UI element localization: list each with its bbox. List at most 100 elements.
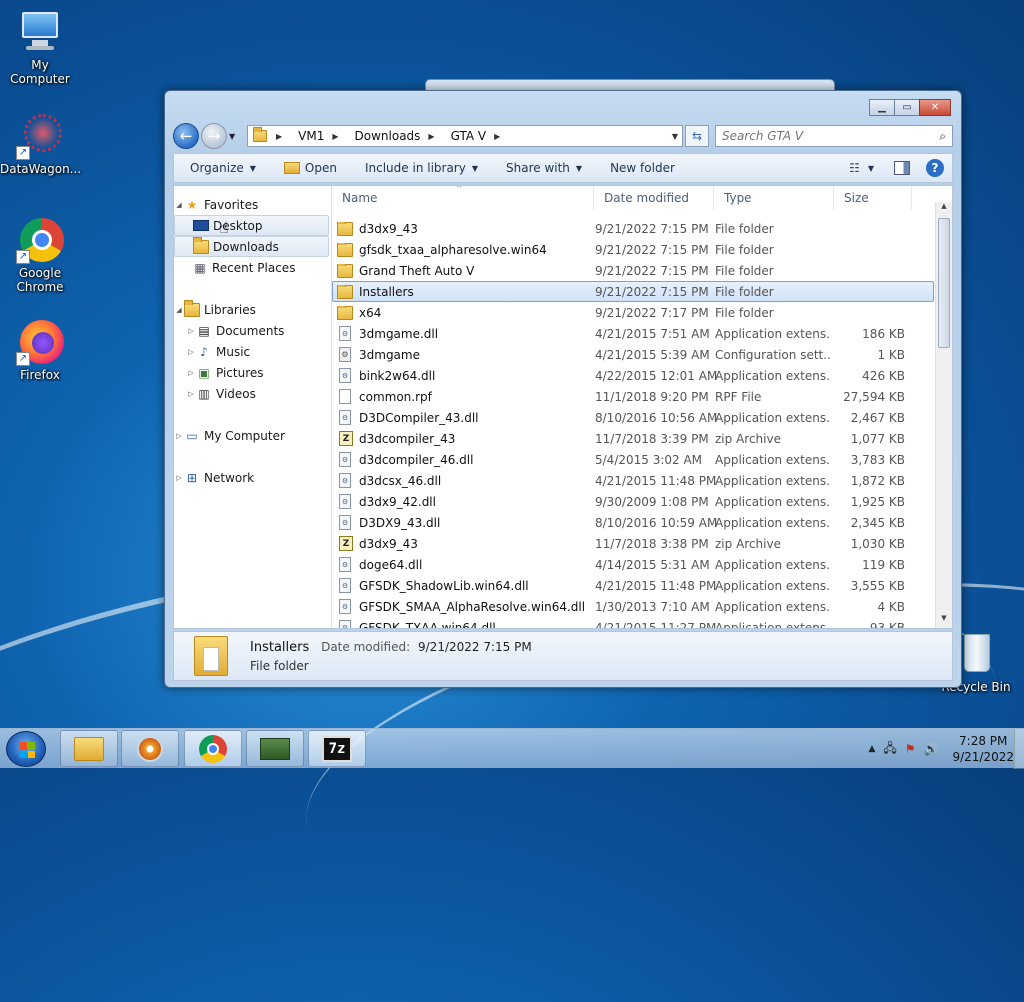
desktop-icon-datawagon[interactable]: ↗ DataWagon... (0, 112, 81, 176)
close-button[interactable]: ✕ (919, 99, 951, 116)
minimize-button[interactable]: ▁ (869, 99, 895, 116)
file-row[interactable]: ⚙ doge64.dll 4/14/2015 5:31 AM Application … (332, 554, 934, 575)
nav-network[interactable]: ▷ ⊞ Network (174, 467, 331, 488)
file-row[interactable]: d3dx9_43 9/21/2022 7:15 PM File folder (332, 218, 934, 239)
maximize-button[interactable]: ▭ (894, 99, 920, 116)
address-bar[interactable]: ▶ VM1 ▶ Downloads ▶ GTA V ▶ ▼ (247, 125, 683, 147)
expand-arrow-icon[interactable]: ▷ (186, 390, 196, 398)
taskbar-7-zip[interactable]: 7z (308, 730, 366, 767)
collapse-arrow-icon[interactable]: ◢ (174, 306, 184, 314)
scrollbar-thumb[interactable] (938, 218, 950, 348)
nav-videos[interactable]: ▷ ▥ Videos (174, 383, 331, 404)
chrome-icon: ↗ (16, 216, 64, 264)
file-row[interactable]: ⚙ d3dcsx_46.dll 4/21/2015 11:48 PM Applicat… (332, 470, 934, 491)
include-in-library-button[interactable]: Include in library ▼ (365, 161, 478, 175)
file-row[interactable]: common.rpf 11/1/2018 9:20 PM RPF File 27,59… (332, 386, 934, 407)
expand-arrow-icon[interactable]: ▷ (186, 369, 196, 377)
file-row[interactable]: Grand Theft Auto V 9/21/2022 7:15 PM File … (332, 260, 934, 281)
taskbar-network-tool[interactable] (246, 730, 304, 767)
preview-pane-icon[interactable] (894, 161, 910, 175)
file-row[interactable]: ⚙ D3DCompiler_43.dll 8/10/2016 10:56 AM App… (332, 407, 934, 428)
file-name-cell: ⚙ GFSDK_ShadowLib.win64.dll (333, 578, 595, 593)
network-status-icon[interactable]: 🖧 (883, 739, 896, 760)
file-name: GFSDK_TXAA.win64.dll (359, 620, 496, 629)
forward-button[interactable]: → (201, 123, 227, 149)
start-button[interactable] (6, 731, 46, 767)
column-header-size[interactable]: Size (834, 186, 912, 210)
desktop-icon-chrome[interactable]: ↗ Google Chrome (0, 216, 80, 294)
refresh-button[interactable]: ⇆ (685, 125, 709, 147)
share-with-button[interactable]: Share with ▼ (506, 161, 582, 175)
dll-file-icon: ⚙ (339, 410, 351, 425)
action-center-flag-icon[interactable]: ⚑ (905, 742, 916, 756)
file-row[interactable]: ⚙ 3dmgame 4/21/2015 5:39 AM Configuration s… (332, 344, 934, 365)
nav-music[interactable]: ▷ ♪ Music (174, 341, 331, 362)
nav-libraries[interactable]: ◢ Libraries (174, 299, 331, 320)
search-box[interactable]: ⌕ (715, 125, 953, 147)
taskbar-windows-explorer[interactable] (60, 730, 118, 767)
desktop-icon-firefox[interactable]: ↗ Firefox (0, 318, 80, 382)
file-row[interactable]: ⚙ D3DX9_43.dll 8/10/2016 10:59 AM Applicati… (332, 512, 934, 533)
zip-archive-icon: Z (339, 431, 353, 446)
expand-arrow-icon[interactable]: ▷ (186, 327, 196, 335)
vertical-scrollbar[interactable]: ▲ ▼ (935, 202, 952, 628)
clock[interactable]: 7:28 PM 9/21/2022 (952, 733, 1014, 765)
file-row[interactable]: Zd3dcompiler_43 11/7/2018 3:39 PM zip Arch… (332, 428, 934, 449)
file-row[interactable]: ⚙ d3dx9_42.dll 9/30/2009 1:08 PM Applicatio… (332, 491, 934, 512)
help-icon[interactable]: ? (926, 159, 944, 177)
organize-button[interactable]: Organize ▼ (190, 161, 256, 175)
file-row[interactable]: ⚙ d3dcompiler_46.dll 5/4/2015 3:02 AM Appli… (332, 449, 934, 470)
column-header-date[interactable]: Date modified (594, 186, 714, 210)
file-row[interactable]: Zd3dx9_43 11/7/2018 3:38 PM zip Archive 1,0… (332, 533, 934, 554)
breadcrumb-gta-v[interactable]: GTA V (451, 129, 487, 143)
nav-recent-places[interactable]: ▦ Recent Places (174, 257, 331, 278)
nav-favorites[interactable]: ◢ ★ Favorites (174, 194, 331, 215)
breadcrumb-separator[interactable]: ▶ (332, 132, 346, 141)
file-name: D3DX9_43.dll (359, 515, 441, 530)
recent-pages-dropdown[interactable]: ▼ (229, 132, 241, 141)
show-desktop-button[interactable] (1014, 729, 1024, 769)
scroll-down-arrow-icon[interactable]: ▼ (936, 614, 952, 628)
nav-desktop[interactable]: Desktop ☝ (174, 215, 329, 237)
taskbar-google-chrome[interactable] (184, 730, 242, 767)
breadcrumb-separator[interactable]: ▶ (494, 132, 508, 141)
file-row[interactable]: x64 9/21/2022 7:17 PM File folder (332, 302, 934, 323)
nav-pictures[interactable]: ▷ ▣ Pictures (174, 362, 331, 383)
column-header-name[interactable]: Name (332, 186, 594, 210)
nav-downloads[interactable]: Downloads (174, 236, 329, 257)
file-row[interactable]: ⚙ GFSDK_SMAA_AlphaResolve.win64.dll 1/30/2… (332, 596, 934, 617)
column-header-type[interactable]: Type (714, 186, 834, 210)
nav-my-computer[interactable]: ▷ ▭ My Computer (174, 425, 331, 446)
file-row[interactable]: Installers 9/21/2022 7:15 PM File folder (332, 281, 934, 302)
back-button[interactable]: ← (173, 123, 199, 149)
desktop-icon-my-computer[interactable]: My Computer (0, 8, 80, 86)
taskbar-media-player[interactable] (121, 730, 179, 767)
file-row[interactable]: gfsdk_txaa_alpharesolve.win64 9/21/2022 7… (332, 239, 934, 260)
breadcrumb-vm1[interactable]: VM1 (298, 129, 324, 143)
volume-icon[interactable]: 🔊 (924, 742, 939, 756)
new-folder-button[interactable]: New folder (610, 161, 675, 175)
open-button[interactable]: Open (283, 161, 337, 175)
file-row[interactable]: ⚙ 3dmgame.dll 4/21/2015 7:51 AM Application… (332, 323, 934, 344)
expand-arrow-icon[interactable]: ▷ (174, 432, 184, 440)
file-row[interactable]: ⚙ bink2w64.dll 4/22/2015 12:01 AM Applicati… (332, 365, 934, 386)
view-options-icon[interactable]: ☷ (849, 161, 860, 175)
view-options-dropdown[interactable]: ▼ (868, 164, 874, 173)
search-input[interactable] (722, 129, 922, 143)
search-icon[interactable]: ⌕ (939, 129, 946, 144)
breadcrumb-downloads[interactable]: Downloads (355, 129, 421, 143)
address-dropdown-icon[interactable]: ▼ (672, 132, 678, 141)
scroll-up-arrow-icon[interactable]: ▲ (936, 202, 952, 216)
nav-documents[interactable]: ▷ ▤ Documents (174, 320, 331, 341)
breadcrumb-separator[interactable]: ▶ (428, 132, 442, 141)
expand-arrow-icon[interactable]: ▷ (174, 474, 184, 482)
details-pane: Installers Date modified: 9/21/2022 7:15… (173, 631, 953, 681)
breadcrumb-root[interactable]: ▶ (276, 132, 290, 141)
file-type: Application extens... (715, 368, 831, 383)
show-hidden-icons-icon[interactable]: ▲ (868, 744, 875, 754)
expand-arrow-icon[interactable]: ▷ (186, 348, 196, 356)
file-name: Grand Theft Auto V (359, 263, 475, 278)
file-row[interactable]: ⚙ GFSDK_ShadowLib.win64.dll 4/21/2015 11:4… (332, 575, 934, 596)
collapse-arrow-icon[interactable]: ◢ (174, 201, 184, 209)
file-row[interactable]: ⚙ GFSDK_TXAA.win64.dll 4/21/2015 11:27 PM A… (332, 617, 934, 628)
